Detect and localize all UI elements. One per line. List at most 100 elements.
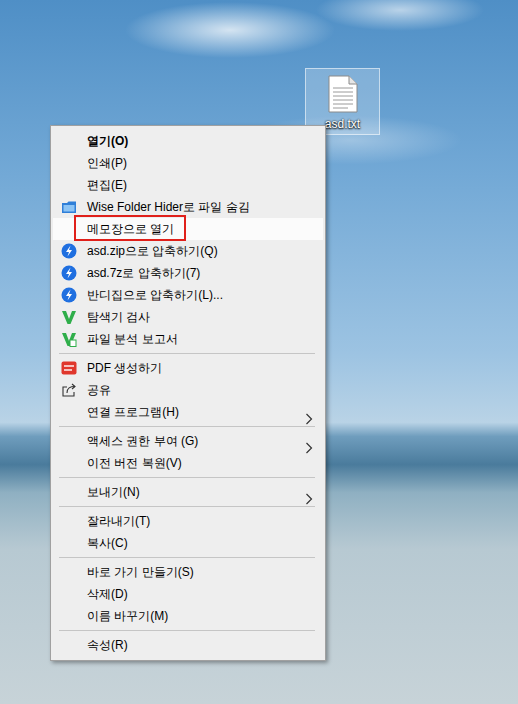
menu-label: 이전 버전 복원(V) [87, 456, 182, 470]
menu-item-body[interactable]: 공유 [53, 379, 323, 401]
icon-slot [61, 309, 77, 325]
menu-item[interactable]: Wise Folder Hider로 파일 숨김 [53, 196, 323, 218]
menu-item[interactable]: asd.zip으로 압축하기(Q) [53, 240, 323, 262]
menu-item[interactable]: 반디집으로 압축하기(L)... [53, 284, 323, 306]
icon-slot [61, 243, 77, 259]
menu-item-body[interactable]: asd.zip으로 압축하기(Q) [53, 240, 323, 262]
menu-label-wrap: 인쇄(P) [87, 155, 127, 171]
menu-item-body[interactable]: 이름 바꾸기(M) [53, 605, 323, 627]
menu-item[interactable]: 액세스 권한 부여 (G) [53, 430, 323, 452]
menu-label: 보내기(N) [87, 485, 140, 499]
menu-label-wrap: 바로 가기 만들기(S) [87, 564, 194, 580]
icon-slot [61, 133, 77, 149]
chevron-right-icon [305, 486, 313, 498]
menu-item-body[interactable]: 파일 분석 보고서 [53, 328, 323, 350]
menu-label: 메모장으로 열기 [87, 222, 174, 236]
share-icon [61, 382, 77, 398]
menu-label-wrap: 보내기(N) [87, 484, 140, 500]
menu-item[interactable]: asd.7z로 압축하기(7) [53, 262, 323, 284]
menu-item-body[interactable]: Wise Folder Hider로 파일 숨김 [53, 196, 323, 218]
menu-item[interactable]: 연결 프로그램(H) [53, 401, 323, 423]
menu-item[interactable]: 탐색기 검사 [53, 306, 323, 328]
menu-separator [53, 350, 323, 357]
separator-line [59, 353, 315, 354]
bandizip-icon [61, 287, 77, 303]
menu-item-body[interactable]: 보내기(N) [53, 481, 323, 503]
menu-item-body[interactable]: 삭제(D) [53, 583, 323, 605]
desktop[interactable]: asd.txt 열기(O) 인쇄(P) 편집(E) Wise Folder Hider로… [0, 0, 518, 704]
menu-item[interactable]: 바로 가기 만들기(S) [53, 561, 323, 583]
menu-item-body[interactable]: 탐색기 검사 [53, 306, 323, 328]
menu-item-body[interactable]: 반디집으로 압축하기(L)... [53, 284, 323, 306]
menu-label: 인쇄(P) [87, 156, 127, 170]
icon-slot [61, 331, 77, 347]
menu-item[interactable]: 인쇄(P) [53, 152, 323, 174]
menu-label: 속성(R) [87, 638, 128, 652]
icon-slot [61, 433, 77, 449]
menu-item[interactable]: 편집(E) [53, 174, 323, 196]
menu-label: 탐색기 검사 [87, 310, 150, 324]
menu-item-body[interactable]: 인쇄(P) [53, 152, 323, 174]
menu-label: 공유 [87, 383, 111, 397]
file-label: asd.txt [323, 116, 362, 132]
annotation-box [74, 215, 186, 241]
menu-item[interactable]: 열기(O) [53, 130, 323, 152]
menu-label-wrap: 연결 프로그램(H) [87, 404, 179, 420]
menu-item[interactable]: 이름 바꾸기(M) [53, 605, 323, 627]
menu-label: 이름 바꾸기(M) [87, 609, 168, 623]
menu-label-wrap: 탐색기 검사 [87, 309, 150, 325]
menu-item-body[interactable]: asd.7z로 압축하기(7) [53, 262, 323, 284]
icon-slot [61, 608, 77, 624]
menu-label-wrap: 열기(O) [87, 133, 128, 149]
menu-label-wrap: 이전 버전 복원(V) [87, 455, 182, 471]
menu-item-body[interactable]: 복사(C) [53, 532, 323, 554]
menu-item[interactable]: 공유 [53, 379, 323, 401]
menu-item[interactable]: 잘라내기(T) [53, 510, 323, 532]
menu-label: 잘라내기(T) [87, 514, 150, 528]
menu-label: Wise Folder Hider로 파일 숨김 [87, 200, 250, 214]
menu-item[interactable]: 파일 분석 보고서 [53, 328, 323, 350]
menu-label-wrap: PDF 생성하기 [87, 360, 162, 376]
menu-label: 편집(E) [87, 178, 127, 192]
menu-item[interactable]: 복사(C) [53, 532, 323, 554]
menu-item-body[interactable]: 바로 가기 만들기(S) [53, 561, 323, 583]
menu-item-body[interactable]: 잘라내기(T) [53, 510, 323, 532]
menu-item-body[interactable]: 속성(R) [53, 634, 323, 656]
icon-slot [61, 221, 77, 237]
icon-slot [61, 535, 77, 551]
chevron-right-icon [305, 435, 313, 447]
menu-item[interactable]: 이전 버전 복원(V) [53, 452, 323, 474]
icon-slot [61, 199, 77, 215]
menu-item[interactable]: 삭제(D) [53, 583, 323, 605]
menu-item-body[interactable]: 열기(O) [53, 130, 323, 152]
menu-label: asd.7z로 압축하기(7) [87, 266, 200, 280]
folder-hide-icon [61, 199, 77, 215]
menu-label: 복사(C) [87, 536, 128, 550]
pdf-icon [61, 360, 77, 376]
icon-slot [61, 513, 77, 529]
separator-line [59, 426, 315, 427]
icon-slot [61, 155, 77, 171]
icon-slot [61, 404, 77, 420]
menu-label-wrap: 공유 [87, 382, 111, 398]
menu-separator [53, 503, 323, 510]
menu-item[interactable]: 보내기(N) [53, 481, 323, 503]
menu-label-wrap: asd.zip으로 압축하기(Q) [87, 243, 218, 259]
menu-item-body[interactable]: 이전 버전 복원(V) [53, 452, 323, 474]
menu-item[interactable]: PDF 생성하기 [53, 357, 323, 379]
menu-item[interactable]: 속성(R) [53, 634, 323, 656]
separator-line [59, 557, 315, 558]
menu-item-body[interactable]: 편집(E) [53, 174, 323, 196]
menu-item-body[interactable]: 액세스 권한 부여 (G) [53, 430, 323, 452]
menu-item-body[interactable]: 메모장으로 열기 [53, 218, 323, 240]
context-menu: 열기(O) 인쇄(P) 편집(E) Wise Folder Hider로 파일 숨김메… [50, 125, 326, 661]
menu-separator [53, 474, 323, 481]
menu-item-body[interactable]: 연결 프로그램(H) [53, 401, 323, 423]
menu-label: 액세스 권한 부여 (G) [87, 434, 198, 448]
icon-slot [61, 586, 77, 602]
bandizip-icon [61, 243, 77, 259]
menu-item[interactable]: 메모장으로 열기 [53, 218, 323, 240]
report-icon [61, 331, 77, 347]
menu-separator [53, 423, 323, 430]
menu-item-body[interactable]: PDF 생성하기 [53, 357, 323, 379]
